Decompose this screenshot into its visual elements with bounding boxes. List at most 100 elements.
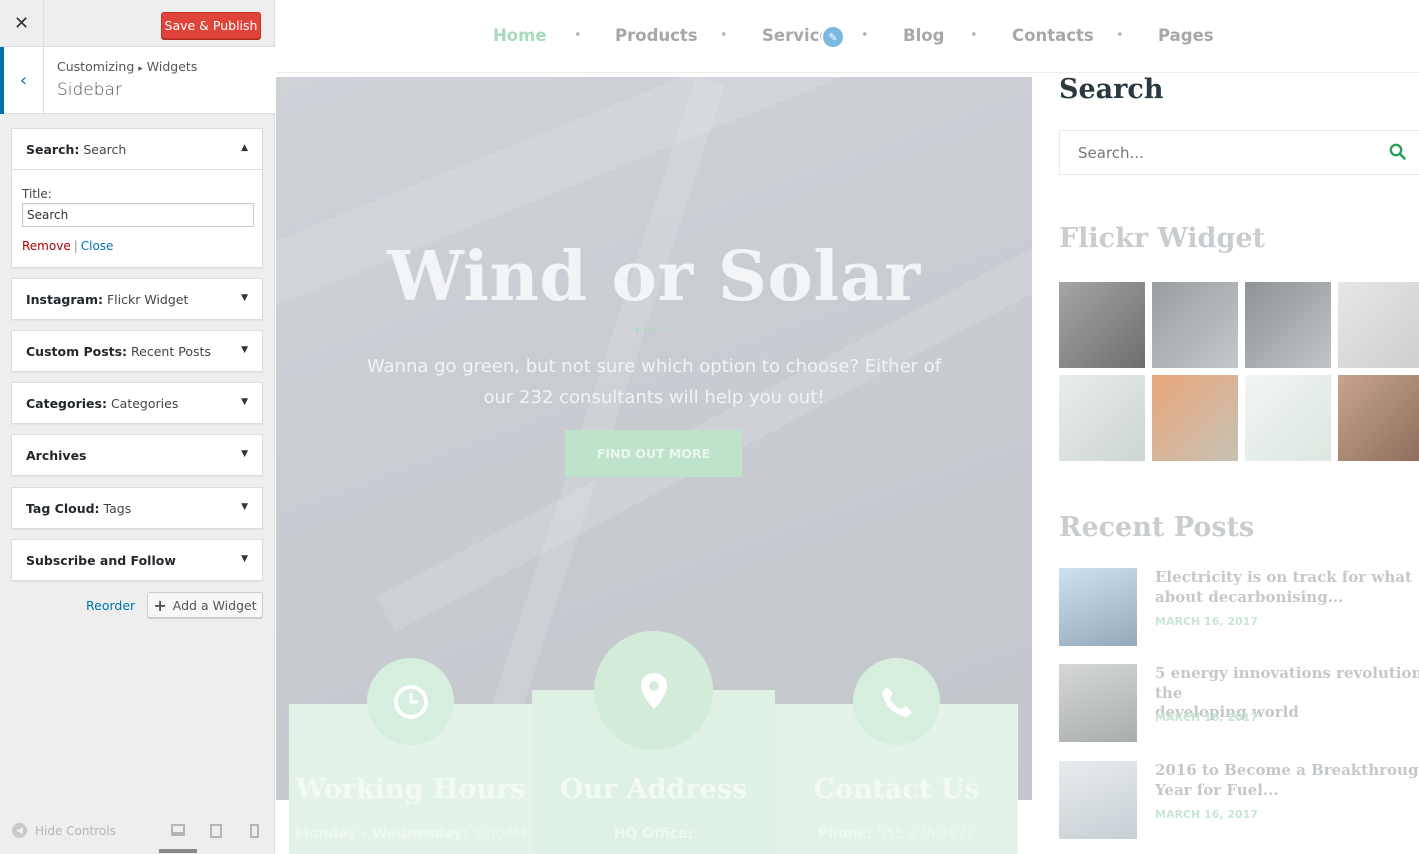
widget-tag-cloud[interactable]: Tag Cloud: Tags ▼ — [11, 487, 263, 529]
widget-archives-header[interactable]: Archives ▼ — [12, 435, 262, 475]
flickr-thumb[interactable] — [1152, 375, 1238, 461]
nav-separator: • — [574, 28, 582, 43]
back-chevron-icon[interactable]: ‹ — [0, 47, 44, 114]
widget-type: Tag Cloud: — [26, 500, 100, 516]
flickr-thumb[interactable] — [1059, 375, 1145, 461]
hide-controls-button[interactable]: ◀ Hide Controls — [12, 823, 116, 838]
expand-arrow-icon[interactable]: ▼ — [241, 502, 248, 512]
expand-arrow-icon[interactable]: ▼ — [241, 293, 248, 303]
title-field[interactable]: Search — [22, 203, 254, 227]
address-label: HQ Office: — [613, 826, 694, 842]
plus-icon: + — [153, 595, 167, 615]
post-date: MARCH 16, 2017 — [1155, 615, 1258, 628]
widget-title: Recent Posts — [131, 343, 211, 359]
edit-pencil-icon[interactable]: ✎ — [821, 25, 845, 49]
nav-contacts[interactable]: Contacts — [1012, 26, 1094, 45]
add-widget-button[interactable]: + Add a Widget — [147, 592, 263, 618]
working-hours-detail: Monday - Wednesday: 8:00AM — [289, 826, 532, 842]
close-link[interactable]: Close — [81, 239, 114, 253]
clock-icon — [367, 658, 454, 745]
widget-categories[interactable]: Categories: Categories ▼ — [11, 382, 263, 424]
widget-custom-posts[interactable]: Custom Posts: Recent Posts ▼ — [11, 330, 263, 372]
breadcrumb-customizing: Customizing — [57, 59, 135, 74]
nav-blog[interactable]: Blog — [903, 26, 944, 45]
hero-text: Wanna go green, but not sure which optio… — [366, 356, 942, 408]
nav-separator: • — [861, 28, 869, 43]
desktop-preview-icon[interactable] — [171, 824, 185, 836]
post-title-link[interactable]: Electricity is on track for what about d… — [1155, 568, 1419, 607]
widget-subscribe-header[interactable]: Subscribe and Follow ▼ — [12, 540, 262, 580]
reorder-link[interactable]: Reorder — [86, 598, 135, 613]
nav-products[interactable]: Products — [615, 26, 698, 45]
sidebar-search-title: Search — [1059, 74, 1164, 105]
active-device-indicator — [159, 849, 197, 853]
widget-title: Tags — [103, 500, 132, 516]
post-thumbnail[interactable] — [1059, 568, 1137, 646]
widget-type: Archives — [26, 447, 87, 463]
widget-instagram-header[interactable]: Instagram: Flickr Widget ▼ — [12, 279, 262, 319]
flickr-thumb[interactable] — [1059, 282, 1145, 368]
expand-arrow-icon[interactable]: ▼ — [241, 345, 248, 355]
widget-search-header[interactable]: Search: Search ▲ — [12, 129, 262, 169]
customizer-footer: ◀ Hide Controls — [0, 812, 275, 854]
actions-separator: | — [73, 239, 78, 253]
flickr-thumb[interactable] — [1338, 282, 1419, 368]
phone-label: Phone: — [817, 826, 873, 842]
breadcrumb-widgets: Widgets — [146, 59, 198, 74]
search-icon[interactable] — [1389, 143, 1406, 160]
main-navigation: Home • Products • Service ✎ • Blog • Con… — [276, 0, 1419, 73]
tablet-preview-icon[interactable] — [210, 824, 222, 838]
map-pin-icon — [594, 631, 713, 750]
nav-separator: • — [1116, 28, 1124, 43]
add-widget-label: Add a Widget — [172, 597, 257, 613]
remove-link[interactable]: Remove — [22, 239, 71, 253]
collapse-arrow-icon[interactable]: ▲ — [241, 143, 248, 153]
widget-search-form: Title: Search Remove | Close — [12, 169, 262, 267]
address-detail: HQ Office: — [532, 826, 775, 842]
customizer-header: ✕ Save & Publish — [0, 0, 274, 47]
widget-categories-header[interactable]: Categories: Categories ▼ — [12, 383, 262, 423]
widget-type: Categories: — [26, 395, 107, 411]
flickr-thumb[interactable] — [1245, 375, 1331, 461]
phone-value: 555 276 7872 — [877, 826, 976, 842]
expand-arrow-icon[interactable]: ▼ — [241, 449, 248, 459]
post-thumbnail[interactable] — [1059, 664, 1137, 742]
hero-title: Wind or Solar — [387, 237, 921, 317]
flickr-thumb[interactable] — [1245, 282, 1331, 368]
widget-type: Custom Posts: — [26, 343, 128, 359]
breadcrumb-separator: ▸ — [138, 64, 143, 74]
widget-custom-posts-header[interactable]: Custom Posts: Recent Posts ▼ — [12, 331, 262, 371]
widget-instagram[interactable]: Instagram: Flickr Widget ▼ — [11, 278, 263, 320]
post-date: MARCH 16, 2017 — [1155, 711, 1258, 724]
sidebar-search-input[interactable]: Search... — [1059, 130, 1419, 175]
expand-arrow-icon[interactable]: ▼ — [241, 554, 248, 564]
nav-pages[interactable]: Pages — [1158, 26, 1214, 45]
widget-type: Search: — [26, 141, 80, 157]
phone-detail: Phone: 555 276 7872 — [775, 826, 1018, 842]
post-thumbnail[interactable] — [1059, 761, 1137, 839]
expand-arrow-icon[interactable]: ▼ — [241, 397, 248, 407]
post-title-link[interactable]: 2016 to Become a Breakthrough Year for F… — [1155, 761, 1419, 800]
widget-subscribe[interactable]: Subscribe and Follow ▼ — [11, 539, 263, 581]
working-hours-title: Working Hours — [295, 774, 526, 805]
customizer-panel: ✕ Save & Publish ‹ Customizing ▸ Widgets S… — [0, 0, 275, 854]
widget-archives[interactable]: Archives ▼ — [11, 434, 263, 476]
section-title: Sidebar — [57, 80, 122, 100]
widget-title: Search — [83, 141, 127, 157]
nav-home[interactable]: Home — [493, 26, 547, 45]
save-publish-button[interactable]: Save & Publish — [161, 12, 261, 39]
widget-tag-cloud-header[interactable]: Tag Cloud: Tags ▼ — [12, 488, 262, 528]
flickr-thumb[interactable] — [1338, 375, 1419, 461]
close-icon[interactable]: ✕ — [0, 0, 44, 47]
mobile-preview-icon[interactable] — [250, 824, 259, 838]
widget-type: Subscribe and Follow — [26, 552, 176, 568]
nav-separator: • — [720, 28, 728, 43]
widget-search: Search: Search ▲ Title: Search Remove | Cl… — [11, 128, 263, 268]
collapse-icon: ◀ — [12, 823, 27, 838]
hours-value: 8:00AM — [473, 826, 527, 842]
find-out-more-button[interactable]: FIND OUT MORE — [565, 430, 742, 477]
post-date: MARCH 16, 2017 — [1155, 808, 1258, 821]
nav-separator: • — [970, 28, 978, 43]
flickr-thumb[interactable] — [1152, 282, 1238, 368]
hero-divider: •••• — [634, 324, 668, 337]
